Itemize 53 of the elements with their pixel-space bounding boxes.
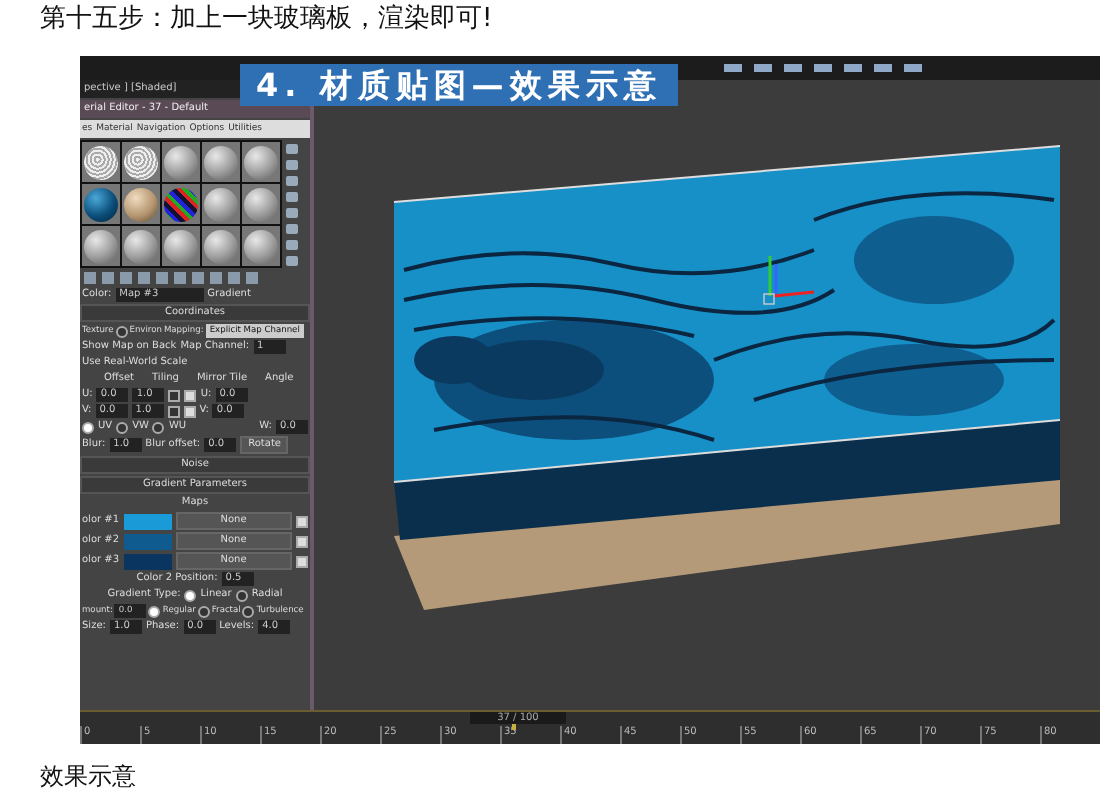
sample-slot[interactable] xyxy=(202,184,240,224)
transform-gizmo-icon xyxy=(763,256,815,305)
sample-slot[interactable] xyxy=(202,226,240,266)
color-swatch[interactable] xyxy=(123,553,172,569)
mirror-checkbox[interactable] xyxy=(167,405,180,417)
sphere-icon xyxy=(244,229,278,263)
radio-button[interactable] xyxy=(235,589,248,601)
tile-checkbox[interactable] xyxy=(184,389,197,401)
sphere-icon xyxy=(164,229,198,263)
map-checkbox[interactable] xyxy=(296,535,308,547)
radio-button[interactable] xyxy=(82,421,94,433)
sample-slot[interactable] xyxy=(82,184,120,224)
sphere-icon xyxy=(244,187,278,221)
sphere-icon xyxy=(84,187,118,221)
title-banner: 4. 材质贴图—效果示意 xyxy=(240,64,678,106)
sample-slot[interactable] xyxy=(242,184,280,224)
radio-button[interactable] xyxy=(197,605,210,617)
radio-button[interactable] xyxy=(242,605,255,617)
sample-slot[interactable] xyxy=(82,142,120,182)
sphere-icon xyxy=(204,187,238,221)
radio-button[interactable] xyxy=(184,589,197,601)
mirror-checkbox[interactable] xyxy=(168,389,181,401)
sample-slot[interactable] xyxy=(242,142,280,182)
sphere-icon xyxy=(204,145,238,179)
sphere-icon xyxy=(164,187,198,221)
sphere-icon xyxy=(204,229,238,263)
sample-slot[interactable] xyxy=(122,142,160,182)
sphere-icon xyxy=(124,145,158,179)
sphere-icon xyxy=(244,145,278,179)
step-heading: 第十五步：加上一块玻璃板，渲染即可! xyxy=(40,4,493,36)
sample-slot[interactable] xyxy=(242,226,280,266)
radio-button[interactable] xyxy=(152,421,165,433)
color-swatch[interactable] xyxy=(123,513,172,529)
sample-slot[interactable] xyxy=(82,226,120,266)
sample-slot[interactable] xyxy=(122,226,160,266)
radio-button[interactable] xyxy=(148,605,161,617)
sample-slot[interactable] xyxy=(122,184,160,224)
sample-slot[interactable] xyxy=(162,142,200,182)
sample-slot[interactable] xyxy=(202,142,240,182)
sample-slot[interactable] xyxy=(162,184,200,224)
radio-button[interactable] xyxy=(115,325,128,337)
map-checkbox[interactable] xyxy=(296,555,308,567)
sphere-icon xyxy=(124,229,158,263)
tile-checkbox[interactable] xyxy=(183,405,196,417)
caption: 效果示意 xyxy=(40,760,136,792)
map-checkbox[interactable] xyxy=(296,515,308,527)
sphere-icon xyxy=(124,187,158,221)
sphere-icon xyxy=(84,145,118,179)
sphere-icon xyxy=(164,145,198,179)
color-swatch[interactable] xyxy=(123,533,172,549)
radio-button[interactable] xyxy=(116,421,129,433)
sample-slot[interactable] xyxy=(162,226,200,266)
sphere-icon xyxy=(84,229,118,263)
